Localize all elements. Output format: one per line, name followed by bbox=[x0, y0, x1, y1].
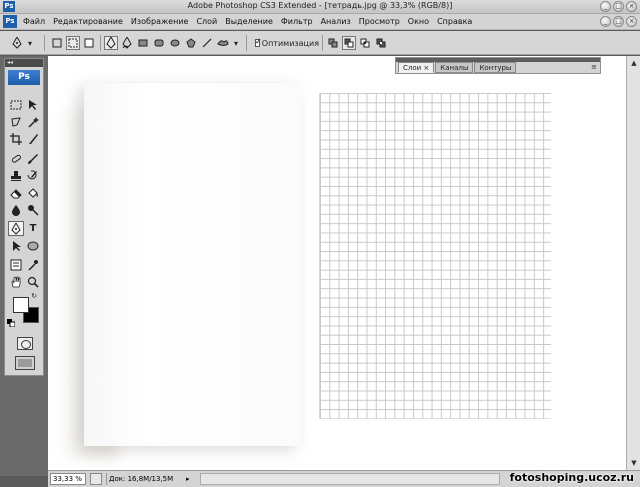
pen-tool-preset-icon[interactable] bbox=[10, 36, 24, 50]
type-tool-icon[interactable]: T bbox=[25, 221, 41, 236]
swap-colors-icon[interactable]: ↻ bbox=[29, 291, 39, 301]
paint-bucket-tool-icon[interactable] bbox=[25, 185, 41, 200]
status-bar: 33,33 % Док: 16,8M/13,5M ▸ fotoshoping.u… bbox=[48, 470, 640, 487]
doc-close-button[interactable]: × bbox=[626, 16, 637, 27]
vertical-scrollbar[interactable]: ▲ ▼ bbox=[626, 56, 640, 470]
auto-optimize-option[interactable]: Оптимизация bbox=[255, 36, 319, 50]
divider bbox=[246, 35, 247, 51]
toolbox: ◂◂ Ps T ↻ bbox=[4, 58, 44, 376]
maximize-button[interactable]: □ bbox=[613, 1, 624, 12]
tab-paths[interactable]: Контуры bbox=[474, 62, 517, 73]
crop-tool-icon[interactable] bbox=[8, 131, 24, 146]
zoom-tool-icon[interactable] bbox=[25, 274, 41, 289]
combine-intersect-icon[interactable] bbox=[358, 36, 372, 50]
toolbox-collapse-icon[interactable]: ◂◂ bbox=[5, 59, 43, 67]
menu-image[interactable]: Изображение bbox=[128, 17, 194, 26]
geometry-options-icon[interactable]: ▾ bbox=[232, 36, 240, 50]
ellipse-icon[interactable] bbox=[168, 36, 182, 50]
preset-dropdown-icon[interactable]: ▾ bbox=[26, 36, 34, 50]
polygon-icon[interactable] bbox=[184, 36, 198, 50]
magic-wand-tool-icon[interactable] bbox=[25, 114, 41, 129]
color-swatches bbox=[13, 297, 41, 325]
zoom-field[interactable]: 33,33 % bbox=[50, 473, 86, 485]
move-tool-icon[interactable] bbox=[25, 97, 41, 112]
divider bbox=[322, 35, 323, 51]
options-bar: ▾ ▾ ✓ Оптимизация bbox=[0, 31, 640, 55]
scroll-down-icon[interactable]: ▼ bbox=[629, 458, 639, 468]
minimize-button[interactable]: _ bbox=[600, 1, 611, 12]
shape-layers-icon[interactable] bbox=[50, 36, 64, 50]
screen-mode-button[interactable] bbox=[15, 356, 35, 370]
panel-menu-icon[interactable]: ≡ bbox=[591, 63, 597, 71]
ellipse-tool-icon[interactable] bbox=[25, 238, 41, 253]
marquee-tool-icon[interactable] bbox=[8, 97, 24, 112]
eraser-tool-icon[interactable] bbox=[8, 185, 24, 200]
menu-bar: Ps Файл Редактирование Изображение Слой … bbox=[0, 14, 640, 30]
panel-tabs: Слои × Каналы Контуры bbox=[398, 62, 517, 73]
fill-pixels-icon[interactable] bbox=[82, 36, 96, 50]
tab-layers[interactable]: Слои × bbox=[398, 62, 435, 73]
notebook-grid-page bbox=[319, 93, 551, 419]
rectangle-icon[interactable] bbox=[136, 36, 150, 50]
menu-view[interactable]: Просмотр bbox=[356, 17, 405, 26]
doc-maximize-button[interactable]: □ bbox=[613, 16, 624, 27]
healing-brush-tool-icon[interactable] bbox=[8, 151, 24, 166]
close-button[interactable]: × bbox=[626, 1, 637, 12]
document-size: Док: 16,8M/13,5M bbox=[106, 473, 184, 485]
path-selection-tool-icon[interactable] bbox=[8, 238, 24, 253]
status-menu-icon[interactable]: ▸ bbox=[186, 473, 196, 485]
pen-icon[interactable] bbox=[104, 36, 118, 50]
foreground-color-swatch[interactable] bbox=[13, 297, 29, 313]
slice-tool-icon[interactable] bbox=[25, 131, 41, 146]
lasso-tool-icon[interactable] bbox=[8, 114, 24, 129]
divider bbox=[44, 35, 45, 51]
menu-file[interactable]: Файл bbox=[20, 17, 50, 26]
blur-tool-icon[interactable] bbox=[8, 202, 24, 217]
rounded-rectangle-icon[interactable] bbox=[152, 36, 166, 50]
clone-stamp-tool-icon[interactable] bbox=[8, 168, 24, 183]
status-document-icon[interactable] bbox=[90, 473, 102, 485]
ps-menu-icon[interactable]: Ps bbox=[3, 15, 17, 28]
document-canvas[interactable] bbox=[48, 56, 626, 470]
menu-window[interactable]: Окно bbox=[405, 17, 434, 26]
document-controls: _ □ × bbox=[600, 16, 637, 27]
menu-filter[interactable]: Фильтр bbox=[278, 17, 318, 26]
divider bbox=[100, 35, 101, 51]
default-colors-icon[interactable] bbox=[7, 319, 15, 327]
auto-optimize-checkbox[interactable] bbox=[255, 37, 261, 47]
window-controls: _ □ × bbox=[600, 1, 637, 12]
quick-mask-button[interactable] bbox=[17, 337, 33, 350]
history-brush-tool-icon[interactable] bbox=[25, 168, 41, 183]
menu-analysis[interactable]: Анализ bbox=[318, 17, 356, 26]
title-bar: Ps Adobe Photoshop CS3 Extended - [тетра… bbox=[0, 0, 640, 14]
eyedropper-tool-icon[interactable] bbox=[25, 257, 41, 272]
pen-tool-icon[interactable] bbox=[8, 221, 24, 236]
watermark: fotoshoping.ucoz.ru bbox=[509, 471, 634, 484]
notes-tool-icon[interactable] bbox=[8, 257, 24, 272]
combine-subtract-icon[interactable] bbox=[342, 36, 356, 50]
window-title: Adobe Photoshop CS3 Extended - [тетрадь.… bbox=[187, 1, 453, 10]
custom-shape-icon[interactable] bbox=[216, 36, 230, 50]
paths-icon[interactable] bbox=[66, 36, 80, 50]
layers-panel: Слои × Каналы Контуры ≡ bbox=[395, 57, 601, 74]
dodge-tool-icon[interactable] bbox=[25, 202, 41, 217]
brush-tool-icon[interactable] bbox=[25, 151, 41, 166]
notebook-cover-page bbox=[84, 83, 301, 446]
hand-tool-icon[interactable] bbox=[8, 274, 24, 289]
photoshop-window: Ps Adobe Photoshop CS3 Extended - [тетра… bbox=[0, 0, 640, 487]
line-icon[interactable] bbox=[200, 36, 214, 50]
menu-help[interactable]: Справка bbox=[434, 17, 477, 26]
scroll-up-icon[interactable]: ▲ bbox=[629, 58, 639, 68]
doc-minimize-button[interactable]: _ bbox=[600, 16, 611, 27]
tab-channels[interactable]: Каналы bbox=[435, 62, 474, 73]
auto-optimize-label: Оптимизация bbox=[261, 38, 319, 48]
menu-select[interactable]: Выделение bbox=[222, 17, 278, 26]
combine-exclude-icon[interactable] bbox=[374, 36, 388, 50]
horizontal-scrollbar[interactable] bbox=[200, 473, 500, 485]
menu-edit[interactable]: Редактирование bbox=[50, 17, 128, 26]
combine-add-icon[interactable] bbox=[326, 36, 340, 50]
freeform-pen-icon[interactable] bbox=[120, 36, 134, 50]
menu-layer[interactable]: Слой bbox=[193, 17, 222, 26]
ps-logo[interactable]: Ps bbox=[8, 70, 40, 85]
